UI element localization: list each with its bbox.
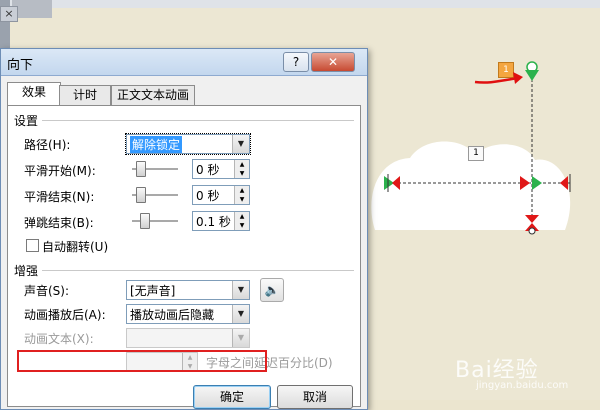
spin-down-icon[interactable]: ▼ [235, 221, 249, 230]
smooth-end-label: 平滑结束(N): [24, 190, 95, 204]
smooth-end-slider-thumb[interactable] [136, 187, 146, 203]
animate-text-label: 动画文本(X): [24, 332, 94, 346]
background-tab [12, 0, 52, 18]
dialog-titlebar[interactable]: 向下 ? ✕ [1, 49, 367, 76]
effect-options-dialog: 向下 ? ✕ 效果 计时 正文文本动画 设置 路径(H): 解除锁定 ▼ 平滑开… [0, 48, 368, 410]
close-button[interactable]: ✕ [311, 52, 355, 72]
path-label: 路径(H): [24, 138, 71, 152]
chevron-down-icon: ▼ [232, 305, 249, 323]
path-select-value: 解除锁定 [130, 136, 183, 153]
smooth-start-value: 0 秒 [196, 163, 220, 177]
smooth-start-spinner[interactable]: 0 秒 ▲ ▼ [192, 159, 250, 179]
speaker-icon[interactable]: 🔈 [260, 278, 284, 302]
watermark-url: jingyan.baidu.com [476, 380, 569, 391]
sound-select[interactable]: [无声音] ▼ [126, 280, 250, 300]
chevron-down-icon: ▼ [232, 281, 249, 299]
settings-section-title: 设置 [14, 114, 39, 128]
smooth-start-slider-thumb[interactable] [136, 161, 146, 177]
path-select[interactable]: 解除锁定 ▼ [125, 133, 251, 155]
bounce-end-slider[interactable] [132, 220, 178, 223]
dialog-title: 向下 [7, 58, 34, 73]
chevron-down-icon: ▼ [232, 135, 249, 153]
cancel-button[interactable]: 取消 [277, 385, 353, 409]
auto-reverse-label: 自动翻转(U) [42, 240, 109, 254]
top-toolbar-strip [0, 0, 600, 8]
section-divider [42, 270, 354, 271]
after-animation-select[interactable]: 播放动画后隐藏 ▼ [126, 304, 250, 324]
spin-down-icon[interactable]: ▼ [235, 195, 249, 204]
tab-effect[interactable]: 效果 [7, 82, 61, 106]
smooth-end-value: 0 秒 [196, 189, 220, 203]
ok-button[interactable]: 确定 [193, 385, 271, 409]
auto-reverse-checkbox[interactable] [26, 239, 39, 252]
bounce-end-value: 0.1 秒 [196, 215, 231, 229]
smooth-start-label: 平滑开始(M): [24, 164, 96, 178]
red-arrow-icon [474, 72, 523, 84]
highlight-annotation [17, 350, 267, 372]
spin-up-icon[interactable]: ▲ [235, 160, 249, 169]
animate-text-select[interactable]: ▼ [126, 328, 250, 348]
spin-up-icon[interactable]: ▲ [235, 212, 249, 221]
after-animation-select-value: 播放动画后隐藏 [130, 308, 215, 322]
spin-down-icon[interactable]: ▼ [235, 169, 249, 178]
sound-select-value: [无声音] [130, 284, 176, 298]
enhancements-section-title: 增强 [14, 264, 39, 278]
help-button[interactable]: ? [283, 52, 309, 72]
path-order-tag[interactable]: 1 [468, 146, 484, 161]
section-divider [42, 120, 354, 121]
pane-close-icon[interactable]: × [0, 6, 18, 22]
bounce-end-spinner[interactable]: 0.1 秒 ▲ ▼ [192, 211, 250, 231]
tab-text-animation[interactable]: 正文文本动画 [111, 85, 195, 105]
spin-up-icon[interactable]: ▲ [235, 186, 249, 195]
chevron-down-icon: ▼ [232, 329, 249, 347]
smooth-end-spinner[interactable]: 0 秒 ▲ ▼ [192, 185, 250, 205]
bounce-end-label: 弹跳结束(B): [24, 216, 94, 230]
after-animation-label: 动画播放后(A): [24, 308, 106, 322]
tab-timing[interactable]: 计时 [59, 85, 111, 105]
bounce-end-slider-thumb[interactable] [140, 213, 150, 229]
sound-label: 声音(S): [24, 284, 70, 298]
